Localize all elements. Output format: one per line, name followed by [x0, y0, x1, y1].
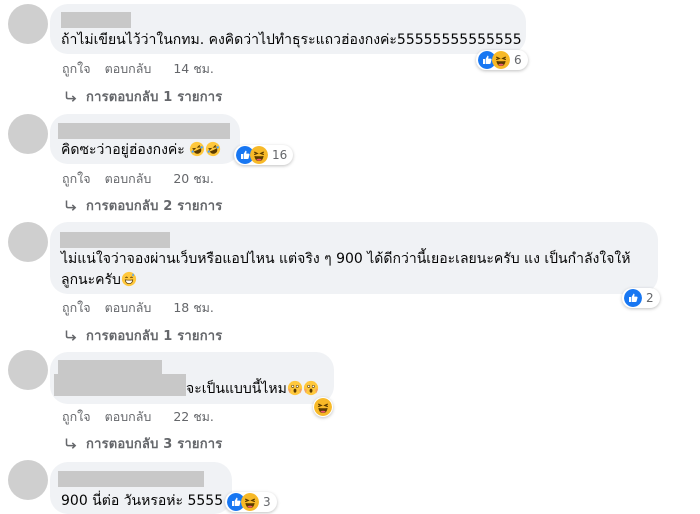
reply-arrow-icon	[64, 437, 78, 451]
avatar[interactable]	[8, 4, 48, 44]
avatar[interactable]	[8, 222, 48, 262]
comment-text: 900 นี่ต่อ วันหรอห่ะ 5555	[61, 493, 224, 509]
reply-button[interactable]: ตอบกลับ	[105, 407, 152, 427]
reply-button[interactable]: ตอบกลับ	[105, 59, 152, 79]
like-button[interactable]: ถูกใจ	[62, 169, 91, 189]
reply-arrow-icon	[64, 90, 78, 104]
timestamp[interactable]: 14 ชม.	[173, 59, 214, 79]
comment-bubble: ถ้าไม่เขียนไว้ว่าในกทม. คงคิดว่าไปทำธุระ…	[50, 4, 526, 54]
view-replies-link[interactable]: การตอบกลับ 1 รายการ	[64, 86, 223, 107]
replies-count-label: การตอบกลับ 3 รายการ	[86, 437, 223, 452]
comment-bubble: จะเป็นแบบนี้ไหม	[50, 352, 334, 404]
reply-button[interactable]: ตอบกลับ	[105, 169, 152, 189]
reaction-count: 2	[646, 291, 654, 305]
redacted-author-name	[58, 471, 204, 487]
timestamp[interactable]: 22 ชม.	[173, 407, 214, 427]
avatar[interactable]	[8, 114, 48, 154]
reaction-count: 3	[263, 495, 271, 509]
reaction-count: 6	[514, 53, 522, 67]
redacted-author-name	[61, 12, 131, 28]
haha-icon	[314, 398, 332, 416]
comment-actions: ถูกใจ ตอบกลับ 18 ชม.	[62, 299, 214, 317]
redacted-text	[54, 374, 186, 396]
reaction-summary[interactable]: 6	[476, 50, 528, 70]
rolling-laughing-emoji	[205, 141, 221, 157]
comment-bubble: 900 นี่ต่อ วันหรอห่ะ 5555	[50, 462, 232, 514]
comment-actions: ถูกใจ ตอบกลับ 22 ชม.	[62, 408, 214, 426]
comment-text: คิดซะว่าอยู่ฮ่องกงค่ะ	[61, 140, 221, 161]
comment-actions: ถูกใจ ตอบกลับ 14 ชม.	[62, 60, 214, 78]
comment-text: จะเป็นแบบนี้ไหม	[186, 379, 319, 400]
screaming-emoji	[287, 380, 303, 396]
comment-text-line-2: ลูกนะครับ	[61, 270, 137, 291]
avatar[interactable]	[8, 350, 48, 390]
comment-text-content: ลูกนะครับ	[61, 272, 121, 288]
view-replies-link[interactable]: การตอบกลับ 1 รายการ	[64, 325, 223, 346]
reaction-count: 16	[272, 148, 288, 162]
comment-text-content: จะเป็นแบบนี้ไหม	[186, 381, 287, 397]
replies-count-label: การตอบกลับ 1 รายการ	[86, 329, 223, 344]
reaction-summary[interactable]: 16	[234, 145, 294, 165]
like-icon	[624, 289, 642, 307]
timestamp[interactable]: 20 ชม.	[173, 169, 214, 189]
grinning-sweat-emoji	[121, 271, 137, 287]
comment-text-line-1: ไม่แน่ใจว่าจองผ่านเว็บหรือแอปไหน แต่จริง…	[61, 251, 631, 267]
replies-count-label: การตอบกลับ 2 รายการ	[86, 199, 223, 214]
reaction-summary[interactable]: 3	[225, 492, 277, 512]
timestamp[interactable]: 18 ชม.	[173, 298, 214, 318]
avatar[interactable]	[8, 460, 48, 500]
replies-count-label: การตอบกลับ 1 รายการ	[86, 90, 223, 105]
haha-icon	[492, 51, 510, 69]
comment-text: ถ้าไม่เขียนไว้ว่าในกทม. คงคิดว่าไปทำธุระ…	[61, 32, 522, 48]
like-button[interactable]: ถูกใจ	[62, 298, 91, 318]
redacted-author-name	[58, 123, 230, 139]
reply-button[interactable]: ตอบกลับ	[105, 298, 152, 318]
comment-bubble: คิดซะว่าอยู่ฮ่องกงค่ะ	[50, 114, 240, 164]
rolling-laughing-emoji	[189, 141, 205, 157]
like-button[interactable]: ถูกใจ	[62, 407, 91, 427]
like-button[interactable]: ถูกใจ	[62, 59, 91, 79]
comment-text-content: คิดซะว่าอยู่ฮ่องกงค่ะ	[61, 142, 185, 158]
comment-bubble: ไม่แน่ใจว่าจองผ่านเว็บหรือแอปไหน แต่จริง…	[50, 222, 658, 294]
reply-arrow-icon	[64, 199, 78, 213]
view-replies-link[interactable]: การตอบกลับ 3 รายการ	[64, 433, 223, 454]
redacted-author-name	[60, 232, 170, 248]
reaction-summary[interactable]	[313, 397, 333, 417]
haha-icon	[241, 493, 259, 511]
reaction-summary[interactable]: 2	[622, 288, 660, 308]
haha-icon	[250, 146, 268, 164]
reply-arrow-icon	[64, 329, 78, 343]
comment-actions: ถูกใจ ตอบกลับ 20 ชม.	[62, 170, 214, 188]
view-replies-link[interactable]: การตอบกลับ 2 รายการ	[64, 195, 223, 216]
screaming-emoji	[303, 380, 319, 396]
